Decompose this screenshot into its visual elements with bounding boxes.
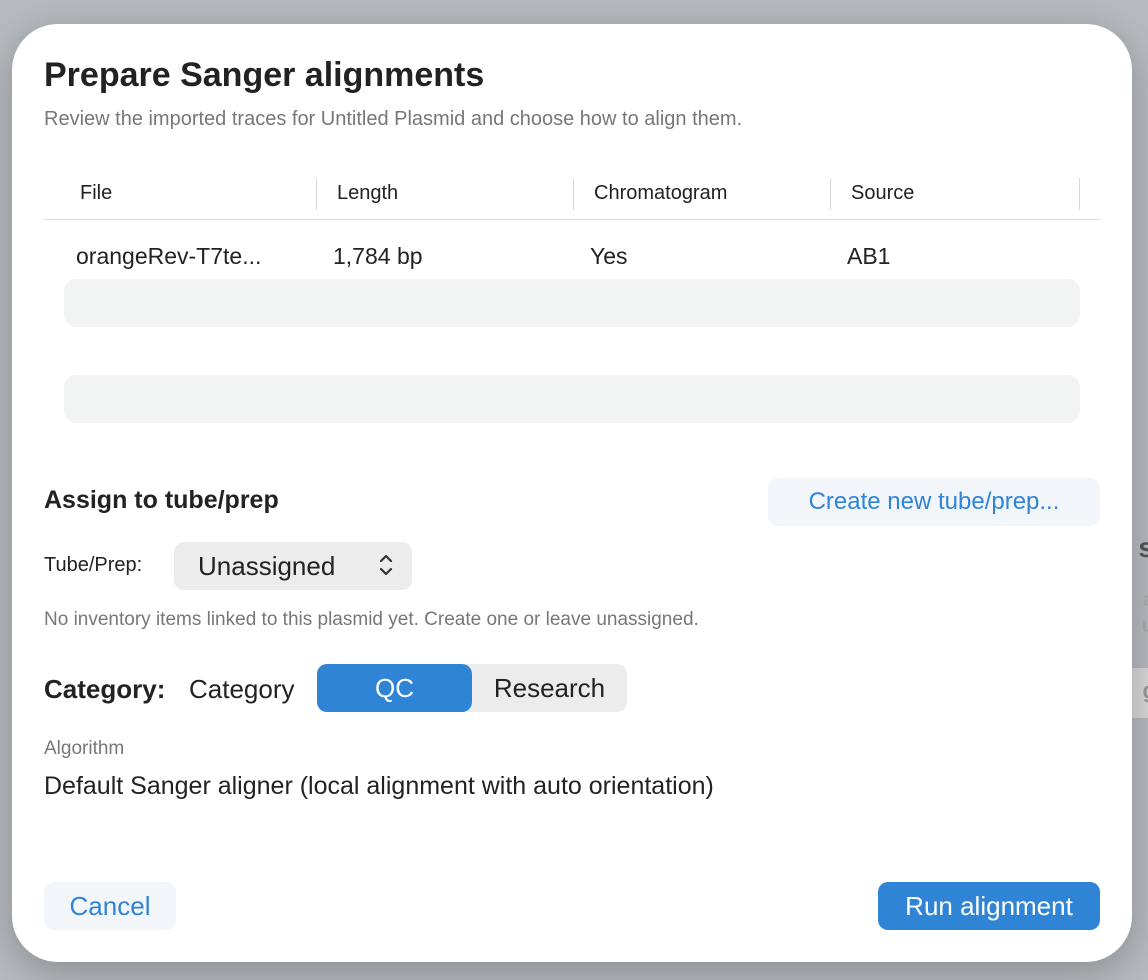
algorithm-label: Algorithm <box>44 738 125 759</box>
tube-prep-label: Tube/Prep: <box>44 554 143 576</box>
run-alignment-button[interactable]: Run alignment <box>878 882 1100 930</box>
dialog-title: Prepare Sanger alignments <box>44 56 485 94</box>
category-segmented-control: QC Research <box>317 664 627 712</box>
chevron-updown-icon <box>379 554 393 576</box>
assign-section-title: Assign to tube/prep <box>44 486 279 514</box>
column-header-length[interactable]: Length <box>337 176 398 210</box>
dialog-subtitle: Review the imported traces for Untitled … <box>44 108 743 130</box>
column-separator <box>316 178 317 210</box>
table-row[interactable]: orangeRev-T7te... 1,784 bp Yes AB1 <box>44 234 1100 278</box>
algorithm-value: Default Sanger aligner (local alignment … <box>44 772 714 800</box>
sanger-alignment-dialog: Prepare Sanger alignments Review the imp… <box>12 24 1132 962</box>
segment-research[interactable]: Research <box>472 664 627 712</box>
category-control-label: Category <box>189 674 295 704</box>
cancel-button[interactable]: Cancel <box>44 882 176 930</box>
cell-source: AB1 <box>847 243 891 269</box>
column-separator <box>1079 178 1080 210</box>
empty-table-row <box>64 279 1080 327</box>
traces-table-header: File Length Chromatogram Source <box>44 176 1100 220</box>
cell-chromatogram: Yes <box>590 243 628 269</box>
inventory-hint: No inventory items linked to this plasmi… <box>44 609 699 630</box>
segment-qc[interactable]: QC <box>317 664 472 712</box>
column-separator <box>830 178 831 210</box>
column-header-source[interactable]: Source <box>851 176 914 210</box>
column-separator <box>573 178 574 210</box>
cell-file: orangeRev-T7te... <box>76 243 262 269</box>
category-label: Category: <box>44 674 166 704</box>
empty-table-row <box>64 375 1080 423</box>
create-tube-prep-button[interactable]: Create new tube/prep... <box>768 478 1100 526</box>
column-header-file[interactable]: File <box>80 176 112 210</box>
tube-prep-selected-value: Unassigned <box>198 551 336 581</box>
cell-length: 1,784 bp <box>333 243 423 269</box>
column-header-chromatogram[interactable]: Chromatogram <box>594 176 727 210</box>
tube-prep-select[interactable]: Unassigned <box>174 542 412 590</box>
